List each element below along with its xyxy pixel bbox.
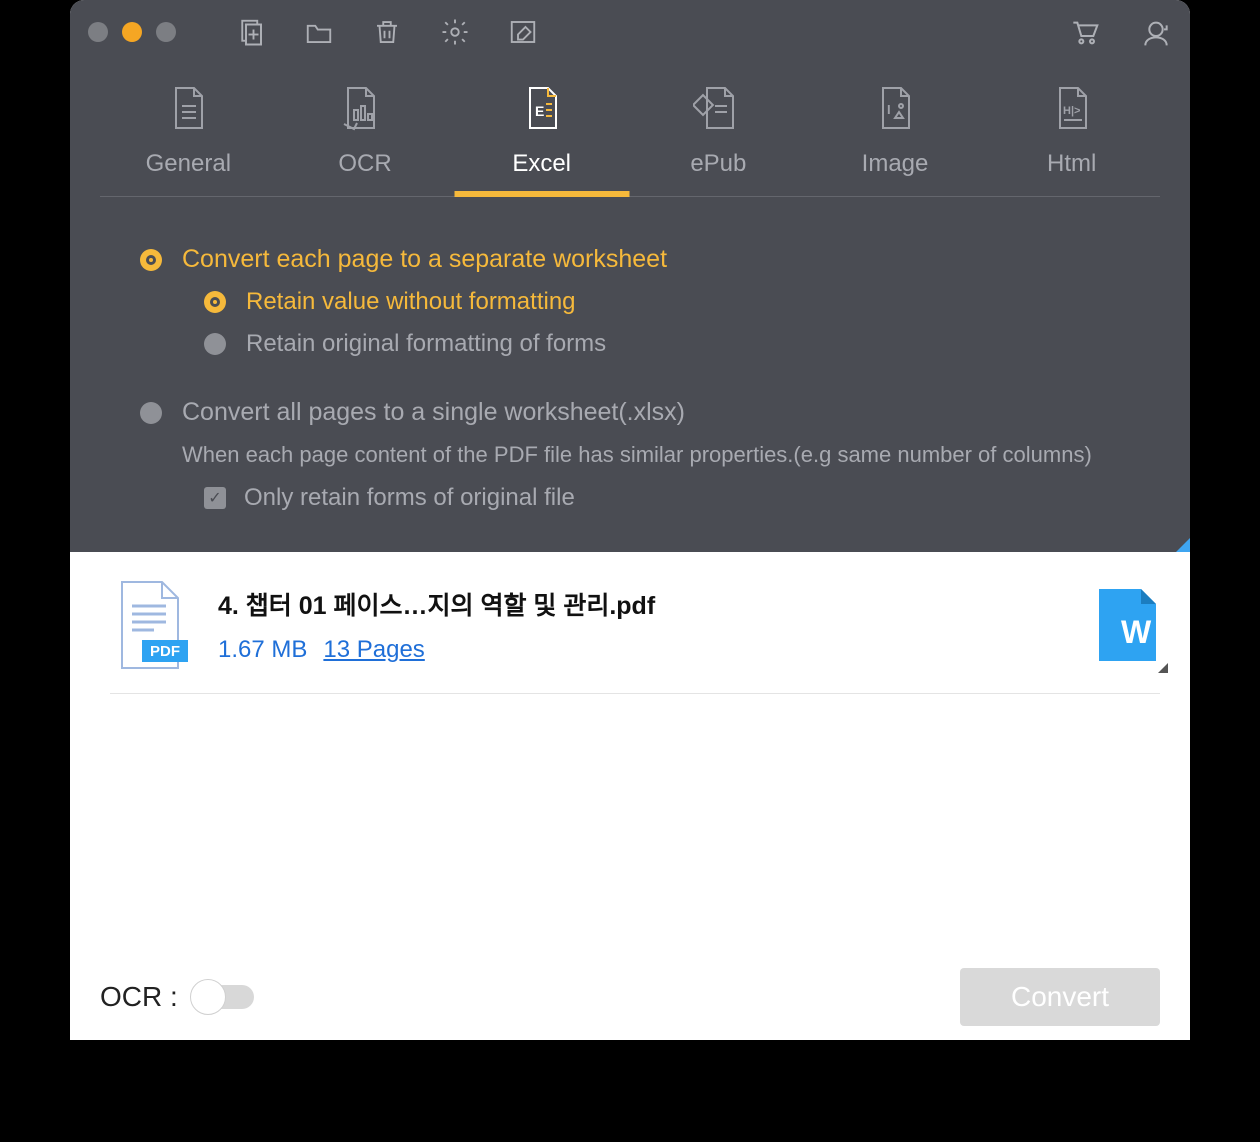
option-label: Retain value without formatting xyxy=(246,288,576,316)
zoom-dot[interactable] xyxy=(156,22,176,42)
svg-text:PDF: PDF xyxy=(150,643,180,660)
option-label: Retain original formatting of forms xyxy=(246,330,606,358)
option-label: Only retain forms of original file xyxy=(244,484,575,512)
cart-icon[interactable] xyxy=(1068,16,1100,48)
tab-label: Html xyxy=(1047,150,1096,178)
option-retain-formatting[interactable]: Retain original formatting of forms xyxy=(204,330,1130,358)
epub-icon xyxy=(693,84,743,132)
option-only-forms[interactable]: ✓ Only retain forms of original file xyxy=(204,484,1130,512)
traffic-lights xyxy=(88,22,176,42)
option-description: When each page content of the PDF file h… xyxy=(182,441,1130,470)
radio-icon xyxy=(204,333,226,355)
option-retain-value[interactable]: Retain value without formatting xyxy=(204,288,1130,316)
resize-handle-icon[interactable] xyxy=(1176,538,1190,552)
file-size: 1.67 MB xyxy=(218,636,307,664)
ocr-icon xyxy=(340,84,390,132)
folder-icon[interactable] xyxy=(304,17,334,47)
checkbox-icon: ✓ xyxy=(204,487,226,509)
support-icon[interactable] xyxy=(1140,16,1172,48)
tab-excel[interactable]: E Excel xyxy=(453,84,630,196)
excel-options-panel: Convert each page to a separate workshee… xyxy=(70,197,1190,552)
radio-icon xyxy=(204,291,226,313)
toolbar-right xyxy=(1068,16,1172,48)
option-single-worksheet[interactable]: Convert all pages to a single worksheet(… xyxy=(140,398,1130,427)
close-dot[interactable] xyxy=(88,22,108,42)
format-tabs-wrap: General OCR E Excel ePub xyxy=(70,64,1190,197)
dropdown-indicator-icon xyxy=(1158,663,1168,673)
tab-label: Excel xyxy=(512,150,571,178)
radio-icon xyxy=(140,402,162,424)
title-bar xyxy=(70,0,1190,64)
svg-text:E: E xyxy=(535,103,544,119)
pdf-file-icon: PDF xyxy=(110,578,190,673)
image-icon: I xyxy=(873,84,917,132)
add-file-icon[interactable] xyxy=(236,17,266,47)
svg-text:H|>: H|> xyxy=(1063,105,1080,117)
option-label: Convert each page to a separate workshee… xyxy=(182,245,667,274)
toolbar xyxy=(236,17,538,47)
option-label: Convert all pages to a single worksheet(… xyxy=(182,398,685,427)
tab-html[interactable]: H|> Html xyxy=(983,84,1160,196)
tab-epub[interactable]: ePub xyxy=(630,84,807,196)
tab-label: Image xyxy=(862,150,929,178)
gear-icon[interactable] xyxy=(440,17,470,47)
file-list: PDF 4. 챕터 01 페이스…지의 역할 및 관리.pdf 1.67 MB … xyxy=(70,552,1190,694)
tab-ocr[interactable]: OCR xyxy=(277,84,454,196)
file-info: 4. 챕터 01 페이스…지의 역할 및 관리.pdf 1.67 MB 13 P… xyxy=(218,586,655,664)
tab-image[interactable]: I Image xyxy=(807,84,984,196)
radio-icon xyxy=(140,249,162,271)
document-icon xyxy=(166,84,210,132)
file-pages-link[interactable]: 13 Pages xyxy=(323,636,424,664)
excel-icon: E xyxy=(520,84,564,132)
trash-icon[interactable] xyxy=(372,17,402,47)
convert-button[interactable]: Convert xyxy=(960,968,1160,1026)
file-row[interactable]: PDF 4. 챕터 01 페이스…지의 역할 및 관리.pdf 1.67 MB … xyxy=(110,570,1160,694)
file-meta: 1.67 MB 13 Pages xyxy=(218,636,655,664)
ocr-label: OCR : xyxy=(100,981,178,1013)
svg-text:W: W xyxy=(1121,614,1152,650)
output-format-word-icon[interactable]: W xyxy=(1095,585,1160,665)
format-tabs: General OCR E Excel ePub xyxy=(100,84,1160,197)
html-icon: H|> xyxy=(1050,84,1094,132)
footer-bar: OCR : Convert xyxy=(70,954,1190,1040)
edit-icon[interactable] xyxy=(508,17,538,47)
ocr-toggle[interactable] xyxy=(192,985,254,1009)
tab-general[interactable]: General xyxy=(100,84,277,196)
tab-label: OCR xyxy=(338,150,391,178)
option-separate-worksheet[interactable]: Convert each page to a separate workshee… xyxy=(140,245,1130,274)
svg-text:I: I xyxy=(887,102,891,117)
tab-label: ePub xyxy=(690,150,746,178)
app-window: General OCR E Excel ePub xyxy=(70,0,1190,1040)
minimize-dot[interactable] xyxy=(122,22,142,42)
file-name: 4. 챕터 01 페이스…지의 역할 및 관리.pdf xyxy=(218,586,655,622)
tab-label: General xyxy=(146,150,231,178)
